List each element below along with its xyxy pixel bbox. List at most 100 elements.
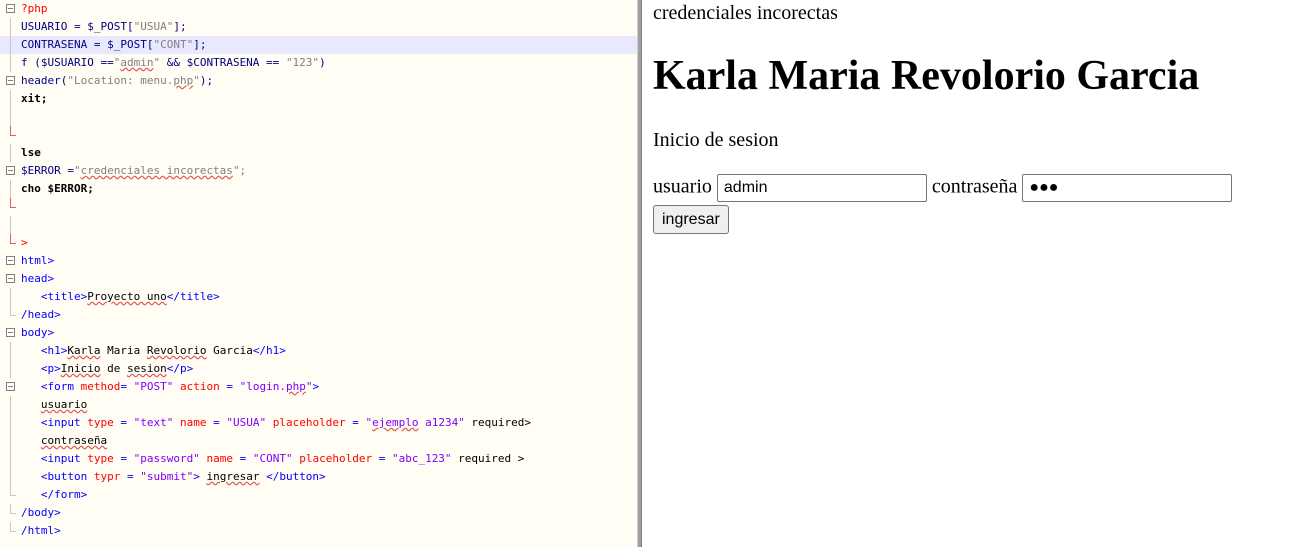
code-line[interactable]: f ($USUARIO =="admin" && $CONTRASENA == … xyxy=(0,54,637,72)
code-line[interactable]: header("Location: menu.php"); xyxy=(0,72,637,90)
fold-toggle-icon[interactable] xyxy=(6,382,15,391)
code-token: action xyxy=(179,380,220,393)
code-line[interactable]: $ERROR ="credenciales incorectas"; xyxy=(0,162,637,180)
code-text: <button typr = "submit"> ingresar </butt… xyxy=(21,468,326,486)
fold-toggle-icon[interactable] xyxy=(6,274,15,283)
code-text: lse xyxy=(21,144,41,162)
code-line[interactable]: /body> xyxy=(0,504,637,522)
code-text: <form method= "POST" action = "login.php… xyxy=(21,378,319,396)
code-token: xit; xyxy=(21,92,48,105)
code-text: header("Location: menu.php"); xyxy=(21,72,213,90)
fold-toggle-icon[interactable] xyxy=(6,256,15,265)
code-token: </p> xyxy=(166,362,194,375)
code-text: </form> xyxy=(21,486,87,504)
fold-toggle-icon[interactable] xyxy=(6,76,15,85)
code-line[interactable]: CONTRASENA = $_POST["CONT"]; xyxy=(0,36,637,54)
code-token: <input xyxy=(21,452,88,465)
fold-end-marker xyxy=(10,504,16,514)
fold-end-marker xyxy=(10,234,16,244)
fold-toggle-icon[interactable] xyxy=(6,328,15,337)
code-line[interactable]: ?php xyxy=(0,0,637,18)
code-token: de xyxy=(100,362,127,375)
code-line[interactable]: html> xyxy=(0,252,637,270)
code-line[interactable]: head> xyxy=(0,270,637,288)
code-token: cho $ERROR; xyxy=(21,182,94,195)
fold-guide-line xyxy=(10,288,11,306)
code-token: = xyxy=(120,380,134,393)
fold-guide-line xyxy=(10,414,11,432)
code-line[interactable]: cho $ERROR; xyxy=(0,180,637,198)
code-line[interactable] xyxy=(0,126,637,144)
code-line[interactable]: <button typr = "submit"> ingresar </butt… xyxy=(0,468,637,486)
code-token: <input xyxy=(21,416,88,429)
code-token: ); xyxy=(199,74,214,87)
login-subtitle: Inicio de sesion xyxy=(653,129,779,151)
fold-end-marker xyxy=(10,126,16,136)
code-line[interactable]: USUARIO = $_POST["USUA"]; xyxy=(0,18,637,36)
code-token: "password" xyxy=(133,452,200,465)
password-input[interactable]: ●●● xyxy=(1022,174,1233,202)
code-line[interactable]: <h1>Karla Maria Revolorio Garcia</h1> xyxy=(0,342,637,360)
page-heading: Karla Maria Revolorio Garcia xyxy=(653,53,1200,99)
code-text: /head> xyxy=(21,306,61,324)
fold-toggle-icon[interactable] xyxy=(6,4,15,13)
fold-guide-line xyxy=(10,450,11,468)
submit-button[interactable]: ingresar xyxy=(653,205,729,234)
code-line[interactable]: <input type = "text" name = "USUA" place… xyxy=(0,414,637,432)
code-token: "CONT" xyxy=(153,38,194,51)
code-text: <h1>Karla Maria Revolorio Garcia</h1> xyxy=(21,342,286,360)
fold-end-marker xyxy=(10,306,16,316)
code-token: <h1> xyxy=(21,344,68,357)
code-line[interactable]: /html> xyxy=(0,522,637,540)
code-line[interactable]: xit; xyxy=(0,90,637,108)
code-token: placeholder xyxy=(299,452,373,465)
code-token: "POST" xyxy=(133,380,174,393)
code-token: typr xyxy=(93,470,121,483)
fold-guide-line xyxy=(10,144,11,162)
code-text: f ($USUARIO =="admin" && $CONTRASENA == … xyxy=(21,54,326,72)
code-line[interactable]: body> xyxy=(0,324,637,342)
code-text: > xyxy=(21,234,28,252)
fold-guide-line xyxy=(10,216,11,234)
code-line[interactable]: <input type = "password" name = "CONT" p… xyxy=(0,450,637,468)
fold-end-marker xyxy=(10,522,16,532)
code-line[interactable]: contraseña xyxy=(0,432,637,450)
code-token: type xyxy=(87,416,114,429)
code-text: head> xyxy=(21,270,54,288)
code-line[interactable]: usuario xyxy=(0,396,637,414)
code-token: "USUA" xyxy=(133,20,174,33)
code-token: ) xyxy=(319,56,326,69)
code-token: = xyxy=(219,380,240,393)
login-form: usuario admin contraseña ●●● xyxy=(653,174,1233,202)
code-line[interactable]: > xyxy=(0,234,637,252)
code-token: admin xyxy=(120,56,154,69)
code-token: name xyxy=(206,452,233,465)
fold-guide-line xyxy=(10,342,11,360)
code-token: "login. xyxy=(239,380,286,393)
code-token: && $CONTRASENA == xyxy=(160,56,286,69)
code-token: = xyxy=(345,416,366,429)
code-line[interactable]: <form method= "POST" action = "login.php… xyxy=(0,378,637,396)
code-token: = xyxy=(206,416,227,429)
code-token: php xyxy=(173,74,194,87)
code-text: ?php xyxy=(21,0,48,18)
code-line[interactable]: lse xyxy=(0,144,637,162)
code-token: USUARIO = $_POST[ xyxy=(21,20,134,33)
code-token: <p> xyxy=(21,362,61,375)
code-line[interactable] xyxy=(0,216,637,234)
code-line[interactable] xyxy=(0,108,637,126)
code-editor[interactable]: ?php USUARIO = $_POST["USUA"]; CONTRASENA … xyxy=(0,0,637,547)
code-line[interactable]: /head> xyxy=(0,306,637,324)
code-line[interactable]: </form> xyxy=(0,486,637,504)
code-line[interactable]: <title>Proyecto uno</title> xyxy=(0,288,637,306)
code-line[interactable] xyxy=(0,198,637,216)
code-token: " xyxy=(73,164,81,177)
code-token: ?php xyxy=(21,2,48,15)
code-line[interactable]: <p>Inicio de sesion</p> xyxy=(0,360,637,378)
code-token: /html> xyxy=(21,524,61,537)
user-input[interactable]: admin xyxy=(716,174,927,202)
code-token: "abc_123" xyxy=(391,452,452,465)
fold-toggle-icon[interactable] xyxy=(6,166,15,175)
code-token: "CONT" xyxy=(252,452,293,465)
